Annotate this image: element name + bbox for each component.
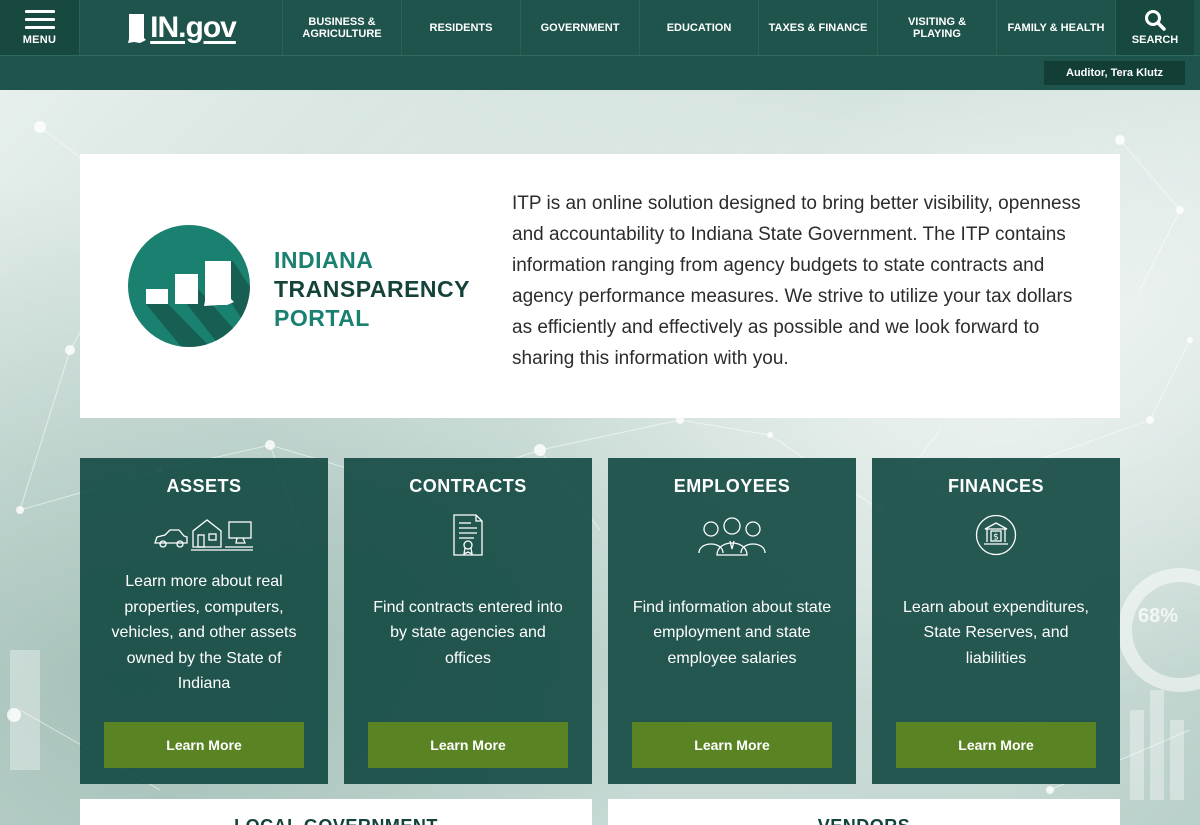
contract-document-icon — [453, 514, 483, 556]
search-button[interactable]: SEARCH — [1116, 0, 1194, 55]
card-title: CONTRACTS — [409, 476, 527, 496]
card-finances: FINANCES $ Learn about expenditures, Sta… — [872, 458, 1120, 784]
auditor-link[interactable]: Auditor, Tera Klutz — [1044, 61, 1185, 85]
people-group-icon — [698, 517, 766, 556]
card-title: VENDORS — [608, 816, 1120, 825]
nav-family-health[interactable]: FAMILY & HEALTH — [997, 0, 1116, 55]
menu-button[interactable]: MENU — [0, 0, 80, 55]
nav-business-agriculture[interactable]: BUSINESS & AGRICULTURE — [283, 0, 402, 55]
card-description: Learn more about real properties, comput… — [111, 573, 297, 693]
intro-description: ITP is an online solution designed to br… — [512, 193, 1081, 369]
logo-line-indiana: INDIANA — [274, 247, 374, 273]
card-local-government[interactable]: LOCAL GOVERNMENT — [80, 799, 592, 825]
employees-learn-more-button[interactable]: Learn More — [632, 722, 832, 768]
nav-education[interactable]: EDUCATION — [640, 0, 759, 55]
card-title: LOCAL GOVERNMENT — [80, 816, 592, 825]
bank-icon: $ — [975, 514, 1017, 556]
logo-line-portal: PORTAL — [274, 305, 370, 331]
itp-logo-wordmark: INDIANA TRANSPARENCY PORTAL — [274, 246, 470, 333]
in-gov-logo[interactable]: IN.gov — [80, 0, 283, 55]
card-description: Learn about expenditures, State Reserves… — [903, 598, 1089, 667]
nav-government[interactable]: GOVERNMENT — [521, 0, 640, 55]
assets-icon — [154, 519, 253, 551]
transparency-portal-logo-icon — [128, 225, 250, 347]
contracts-learn-more-button[interactable]: Learn More — [368, 722, 568, 768]
card-assets: ASSETS Learn more about real properties,… — [80, 458, 328, 784]
intro-panel: INDIANA TRANSPARENCY PORTAL ITP is an on… — [80, 154, 1120, 418]
card-title: ASSETS — [166, 476, 242, 496]
menu-label: MENU — [22, 33, 57, 46]
card-vendors[interactable]: VENDORS — [608, 799, 1120, 825]
nav-residents[interactable]: RESIDENTS — [402, 0, 521, 55]
card-title: EMPLOYEES — [673, 476, 791, 496]
logo-line-transparency: TRANSPARENCY — [274, 276, 470, 302]
search-label: SEARCH — [1131, 34, 1179, 46]
svg-text:$: $ — [993, 533, 999, 543]
nav-taxes-finance[interactable]: TAXES & FINANCE — [759, 0, 878, 55]
card-contracts: CONTRACTS Find contracts entered into by… — [344, 458, 592, 784]
card-employees: EMPLOYEES Find information about state e… — [608, 458, 856, 784]
top-navigation-bar: MENU IN.gov BUSINESS & AGRICULTURE RESID… — [0, 0, 1200, 55]
indiana-state-icon — [128, 13, 147, 43]
background-percent-label: 68% — [1138, 605, 1179, 627]
finances-learn-more-button[interactable]: Learn More — [896, 722, 1096, 768]
card-description: Find contracts entered into by state age… — [373, 598, 563, 667]
card-title: FINANCES — [947, 476, 1044, 496]
search-icon — [1145, 10, 1166, 31]
sub-header-bar: Auditor, Tera Klutz — [0, 55, 1200, 90]
hamburger-icon — [24, 9, 55, 29]
card-description: Find information about state employment … — [632, 598, 832, 667]
logo-text: IN.gov — [150, 10, 237, 44]
assets-learn-more-button[interactable]: Learn More — [104, 722, 304, 768]
nav-visiting-playing[interactable]: VISITING & PLAYING — [878, 0, 997, 55]
